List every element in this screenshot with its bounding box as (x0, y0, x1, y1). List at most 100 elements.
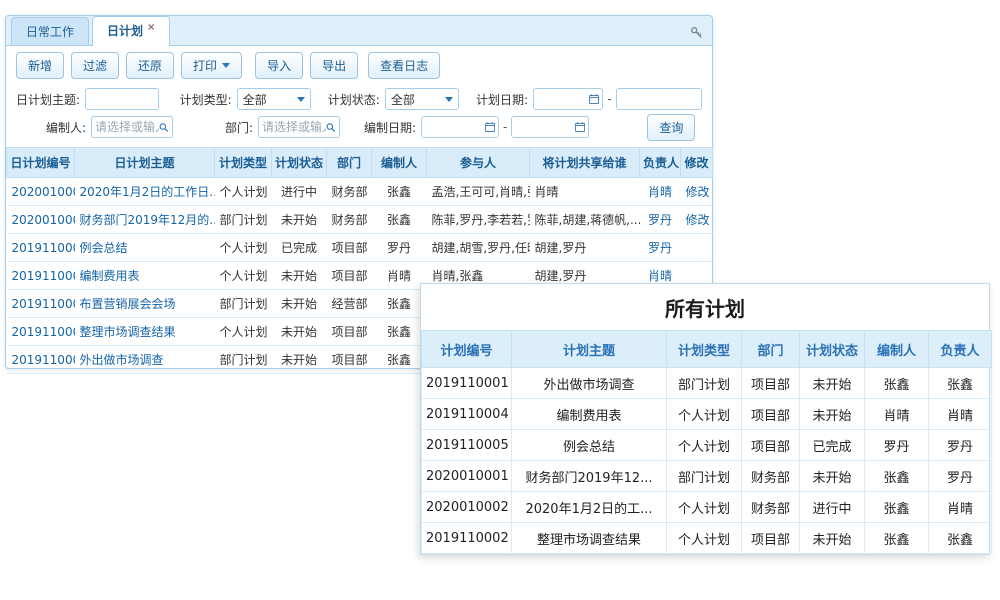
table-cell: 张鑫 (865, 368, 929, 399)
table-cell: 2020010002 (7, 178, 75, 206)
table-row[interactable]: 20200100022020年1月2日的工作日...个人计划进行中财务部张鑫孟浩… (7, 178, 713, 206)
table-cell: 项目部 (327, 346, 372, 374)
table-cell: 2019110004 (422, 399, 512, 430)
table-row[interactable]: 2019110005例会总结个人计划已完成项目部罗丹胡建,胡雪,罗丹,任晓...… (7, 234, 713, 262)
table-row[interactable]: 20200100022020年1月2日的工...个人计划财务部进行中张鑫肖晴 (422, 492, 992, 523)
table-cell: 项目部 (327, 318, 372, 346)
table-cell: 个人计划 (215, 262, 272, 290)
column-header[interactable]: 负责人 (640, 148, 681, 178)
column-header[interactable]: 部门 (327, 148, 372, 178)
table-cell: 2020年1月2日的工作日... (75, 178, 215, 206)
import-button[interactable]: 导入 (255, 52, 303, 79)
table-row[interactable]: 2020010001财务部门2019年12...部门计划财务部未开始张鑫罗丹 (422, 461, 992, 492)
creator-input-wrap (91, 116, 173, 138)
column-header[interactable]: 日计划主题 (75, 148, 215, 178)
plan-date-from-wrap (533, 88, 603, 110)
table-row[interactable]: 2020010001财务部门2019年12月的...部门计划未开始财务部张鑫陈菲… (7, 206, 713, 234)
table-cell: 未开始 (272, 290, 327, 318)
magnifier-icon (159, 122, 169, 133)
screen: 日常工作 日计划× 新增 过滤 还原 打印 导入 导出 查看日志 日计划主题 (0, 0, 1000, 600)
created-date-to-input[interactable] (515, 118, 575, 136)
export-button[interactable]: 导出 (310, 52, 358, 79)
table-cell: 未开始 (800, 368, 865, 399)
calendar-icon (575, 121, 585, 133)
table-cell: 修改 (681, 178, 713, 206)
table-cell: 个人计划 (667, 430, 742, 461)
column-header[interactable]: 负责人 (929, 331, 992, 368)
table-cell: 张鑫 (372, 206, 427, 234)
table-cell: 部门计划 (667, 461, 742, 492)
restore-button[interactable]: 还原 (126, 52, 174, 79)
toolbar: 新增 过滤 还原 打印 导入 导出 查看日志 (6, 46, 712, 84)
table-cell: 财务部 (327, 206, 372, 234)
plan-date-to-input[interactable] (620, 90, 698, 108)
table-cell: 2020010001 (422, 461, 512, 492)
table-cell: 部门计划 (215, 206, 272, 234)
table-header-row: 计划编号计划主题计划类型部门计划状态编制人负责人 (422, 331, 992, 368)
status-label: 计划状态: (323, 91, 380, 108)
plan-date-to-wrap (616, 88, 702, 110)
column-header[interactable]: 部门 (742, 331, 800, 368)
plan-date-from-input[interactable] (537, 90, 589, 108)
table-row[interactable]: 2019110002整理市场调查结果个人计划项目部未开始张鑫张鑫 (422, 523, 992, 554)
table-row[interactable]: 2019110001外出做市场调查部门计划项目部未开始张鑫张鑫 (422, 368, 992, 399)
filter-button[interactable]: 过滤 (71, 52, 119, 79)
table-cell: 2019110005 (7, 234, 75, 262)
table-cell: 个人计划 (667, 492, 742, 523)
table-cell: 张鑫 (865, 461, 929, 492)
column-header[interactable]: 将计划共享给谁 (530, 148, 640, 178)
table-body: 2019110001外出做市场调查部门计划项目部未开始张鑫张鑫201911000… (422, 368, 992, 554)
table-cell (681, 234, 713, 262)
search-button[interactable]: 查询 (647, 114, 695, 141)
table-row[interactable]: 2019110004编制费用表个人计划项目部未开始肖晴肖晴 (422, 399, 992, 430)
created-date-from-wrap (421, 116, 499, 138)
column-header[interactable]: 修改 (681, 148, 713, 178)
column-header[interactable]: 计划状态 (272, 148, 327, 178)
column-header[interactable]: 计划类型 (667, 331, 742, 368)
column-header[interactable]: 计划状态 (800, 331, 865, 368)
table-cell: 外出做市场调查 (512, 368, 667, 399)
table-row[interactable]: 2019110005例会总结个人计划项目部已完成罗丹罗丹 (422, 430, 992, 461)
tab-daily-plan[interactable]: 日计划× (92, 16, 170, 46)
table-cell: 财务部 (742, 492, 800, 523)
caret-down-icon (297, 97, 305, 102)
caret-down-icon (222, 63, 230, 68)
created-date-from-input[interactable] (425, 118, 485, 136)
table-cell: 2020010002 (422, 492, 512, 523)
theme-label: 日计划主题: (16, 91, 80, 108)
table-cell: 个人计划 (667, 523, 742, 554)
table-cell: 胡建,胡雪,罗丹,任晓... (427, 234, 530, 262)
column-header[interactable]: 计划类型 (215, 148, 272, 178)
tab-daily-work[interactable]: 日常工作 (11, 17, 89, 45)
table-cell: 未开始 (272, 206, 327, 234)
table-cell: 胡建,罗丹 (530, 234, 640, 262)
column-header[interactable]: 计划编号 (422, 331, 512, 368)
table-cell: 例会总结 (512, 430, 667, 461)
column-header[interactable]: 编制人 (865, 331, 929, 368)
table-cell: 个人计划 (215, 178, 272, 206)
table-cell: 张鑫 (865, 492, 929, 523)
table-cell: 项目部 (742, 523, 800, 554)
column-header[interactable]: 编制人 (372, 148, 427, 178)
view-log-button[interactable]: 查看日志 (368, 52, 440, 79)
theme-input[interactable] (89, 90, 155, 108)
table-cell: 2019110003 (7, 290, 75, 318)
plan-status-select[interactable]: 全部 (385, 88, 459, 110)
table-cell: 孟浩,王可可,肖晴,张鑫 (427, 178, 530, 206)
creator-input[interactable] (95, 118, 159, 136)
table-cell: 未开始 (272, 346, 327, 374)
column-header[interactable]: 参与人 (427, 148, 530, 178)
key-icon[interactable] (690, 24, 703, 43)
new-button[interactable]: 新增 (16, 52, 64, 79)
table-cell: 肖晴 (372, 262, 427, 290)
table-cell: 2020年1月2日的工... (512, 492, 667, 523)
plan-type-select[interactable]: 全部 (237, 88, 311, 110)
table-cell: 2019110001 (422, 368, 512, 399)
close-icon[interactable]: × (147, 22, 155, 33)
column-header[interactable]: 日计划编号 (7, 148, 75, 178)
column-header[interactable]: 计划主题 (512, 331, 667, 368)
dept-input[interactable] (262, 118, 326, 136)
page-title: 所有计划 (421, 284, 989, 330)
print-button[interactable]: 打印 (181, 52, 242, 79)
tab-daily-work-label: 日常工作 (26, 25, 74, 39)
